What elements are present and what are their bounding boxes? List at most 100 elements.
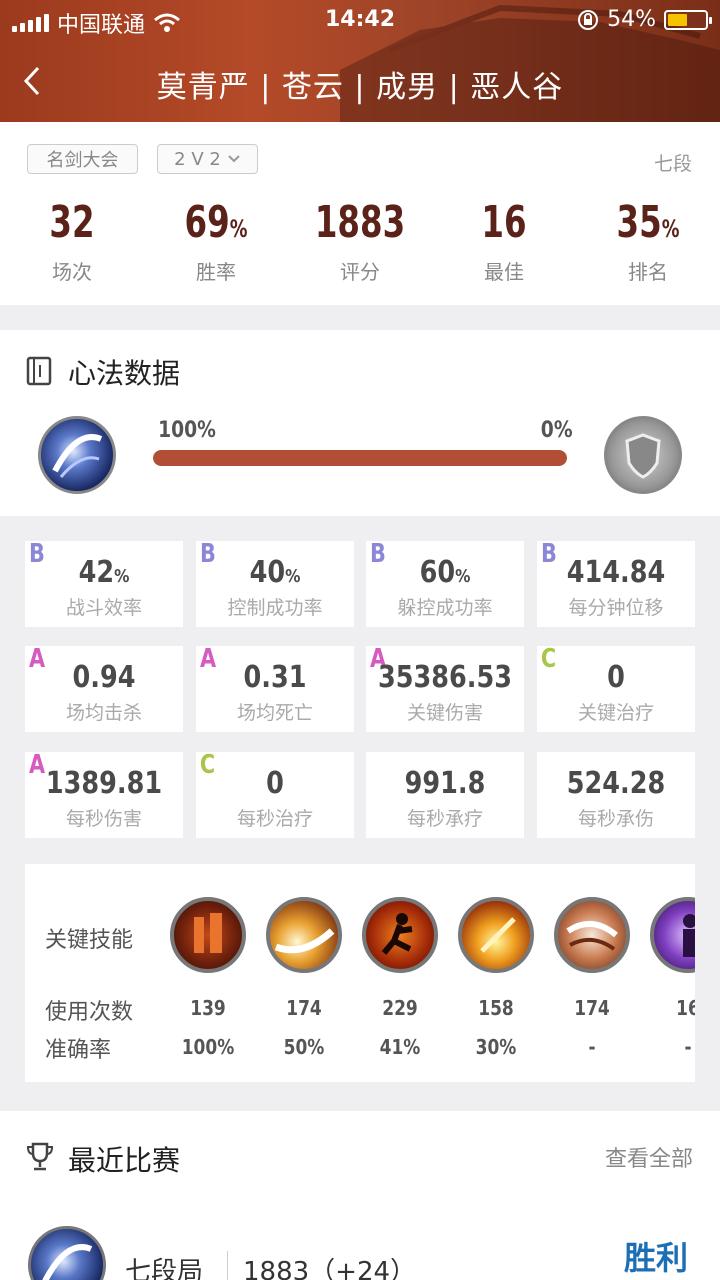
skill-uses: 139 [190,996,226,1020]
metric-unit: % [455,566,471,587]
metric-value: 1389.81 [45,766,163,801]
summary-card: 名剑大会 2 V 2 七段 32 场次 69% 胜率 1883 评分 16 最佳 35%… [0,122,720,305]
metric-cell: B 42% 战斗效率 [25,539,183,627]
page-title: 莫青严 | 苍云 | 成男 | 恶人谷 [156,70,564,105]
recent-matches-card: 最近比赛 查看全部 七段局 1883（+24） 胜利 [0,1111,720,1280]
stat-matches: 32 场次 [0,200,144,285]
trophy-icon [26,1142,54,1171]
metric-label: 关键治疗 [577,702,654,724]
skill-accuracy: - [588,1035,596,1059]
uses-label: 使用次数 [45,1000,134,1025]
metric-value: 35386.53 [378,660,512,695]
metric-label: 每秒治疗 [236,808,313,830]
metric-cell: B 60% 躲控成功率 [366,539,524,627]
xinfa-card: 心法数据 100% 0% [0,330,720,516]
section-title: 心法数据 [68,357,181,390]
skill-uses: 174 [574,996,610,1020]
match-score: 1883（+24） [243,1257,417,1280]
metric-value: 42 [78,555,115,590]
match-xinfa-icon[interactable] [28,1226,106,1280]
xinfa-ratio-fill [153,450,567,466]
orientation-lock-icon [578,9,599,30]
match-result: 胜利 [623,1239,688,1277]
battery-percent: 54% [607,7,656,32]
metric-value: 0.94 [72,660,136,695]
stat-value: 16 [481,197,527,248]
stat-label: 排名 [628,260,668,284]
metric-cell: A 1389.81 每秒伤害 [25,750,183,838]
bracket-label: 2 V 2 [174,148,221,170]
whirl-slash-skill-icon[interactable] [554,897,630,973]
metric-value: 0.31 [243,660,307,695]
metric-label: 每秒伤害 [65,808,142,830]
metric-label: 每秒承伤 [577,808,654,830]
divider [227,1251,228,1280]
right-percent: 0% [540,418,573,443]
skill-accuracy: 41% [379,1035,421,1059]
battery-icon [664,9,712,30]
metric-cell: A 35386.53 关键伤害 [366,644,524,732]
metric-value: 414.84 [566,555,666,590]
blade-slash-skill-icon[interactable] [266,897,342,973]
stat-value: 32 [49,197,95,248]
metric-cell: A 0.31 场均死亡 [196,644,354,732]
metric-cell: 991.8 每秒承疗 [366,752,524,838]
metric-cell: A 0.94 场均击杀 [25,644,183,732]
skill-uses: 229 [382,996,418,1020]
stat-unit: % [229,215,248,243]
metric-label: 关键伤害 [406,702,483,724]
metric-value: 524.28 [566,766,666,801]
xinfa-right-icon[interactable] [604,416,682,494]
metric-label: 控制成功率 [227,597,323,619]
stat-label: 胜率 [196,260,236,284]
xinfa-ratio-bar [153,450,567,466]
metric-cell: C 0 关键治疗 [537,644,695,732]
status-bar: 中国联通 14:42 54% [0,0,720,40]
left-percent: 100% [158,418,216,443]
skill-accuracy: 100% [181,1035,235,1059]
book-icon [26,356,52,386]
metric-value: 991.8 [404,766,486,801]
stat-winrate: 69% 胜率 [144,200,288,285]
stat-best: 16 最佳 [432,200,576,285]
stat-label: 最佳 [484,260,524,284]
skill-accuracy: 30% [475,1035,517,1059]
skill-uses: 174 [286,996,322,1020]
skill-uses: 16 [676,996,695,1020]
dash-runner-skill-icon[interactable] [362,897,438,973]
purple-figure-skill-icon[interactable] [650,897,695,973]
skill-accuracy: - [684,1035,692,1059]
metric-cell: C 0 每秒治疗 [196,750,354,838]
metric-cell: 524.28 每秒承伤 [537,752,695,838]
stat-label: 评分 [340,260,380,284]
metric-unit: % [114,566,130,587]
metric-unit: % [285,566,301,587]
shield-wall-skill-icon[interactable] [170,897,246,973]
metric-label: 场均死亡 [236,702,313,724]
section-title: 最近比赛 [68,1144,181,1177]
stat-rank: 35% 排名 [576,200,720,285]
rank-level: 七段 [653,153,692,175]
metric-value: 0 [607,660,625,695]
stat-rating: 1883 评分 [288,200,432,285]
skill-uses: 158 [478,996,514,1020]
header-banner: 中国联通 14:42 54% 莫青严 | 苍云 | 成男 | 恶人谷 [0,0,720,122]
stat-value: 1883 [314,197,406,248]
key-skills-panel: 关键技能 使用次数 准确率 139 174 229 158 174 16 100… [25,864,695,1082]
metric-label: 躲控成功率 [397,597,493,619]
key-skills-label: 关键技能 [45,928,134,953]
metric-label: 每分钟位移 [568,597,664,619]
mode-tag[interactable]: 名剑大会 [27,144,138,174]
metric-value: 40 [249,555,286,590]
stat-value: 35 [616,197,662,248]
xinfa-left-icon[interactable] [38,416,116,494]
metric-value: 60 [419,555,456,590]
summary-stats: 32 场次 69% 胜率 1883 评分 16 最佳 35% 排名 [0,200,720,285]
metric-value: 0 [266,766,284,801]
metric-cell: B 414.84 每分钟位移 [537,539,695,627]
metric-cell: B 40% 控制成功率 [196,539,354,627]
accuracy-label: 准确率 [45,1038,112,1063]
see-all-link[interactable]: 查看全部 [605,1141,693,1173]
fire-strike-skill-icon[interactable] [458,897,534,973]
bracket-dropdown[interactable]: 2 V 2 [157,144,258,174]
